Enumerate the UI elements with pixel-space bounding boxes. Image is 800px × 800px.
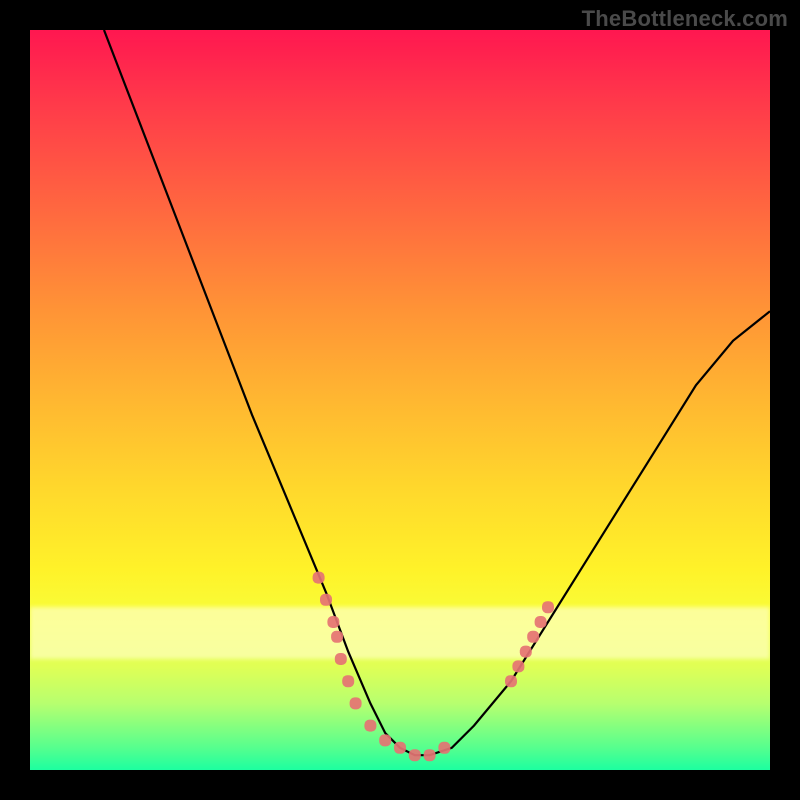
data-marker [535, 616, 547, 628]
data-marker [527, 631, 539, 643]
plot-area [30, 30, 770, 770]
data-marker [512, 660, 524, 672]
data-marker [350, 697, 362, 709]
data-marker [438, 742, 450, 754]
chart-frame: TheBottleneck.com [0, 0, 800, 800]
bottleneck-curve [104, 30, 770, 755]
data-marker [379, 734, 391, 746]
data-marker [424, 749, 436, 761]
watermark-text: TheBottleneck.com [582, 6, 788, 32]
marker-cluster-left [313, 572, 451, 762]
data-marker [394, 742, 406, 754]
data-marker [327, 616, 339, 628]
curve-layer [30, 30, 770, 770]
data-marker [364, 720, 376, 732]
data-marker [520, 646, 532, 658]
data-marker [342, 675, 354, 687]
data-marker [313, 572, 325, 584]
data-marker [335, 653, 347, 665]
data-marker [320, 594, 332, 606]
data-marker [331, 631, 343, 643]
data-marker [542, 601, 554, 613]
marker-cluster-right [505, 601, 554, 687]
data-marker [505, 675, 517, 687]
data-marker [409, 749, 421, 761]
